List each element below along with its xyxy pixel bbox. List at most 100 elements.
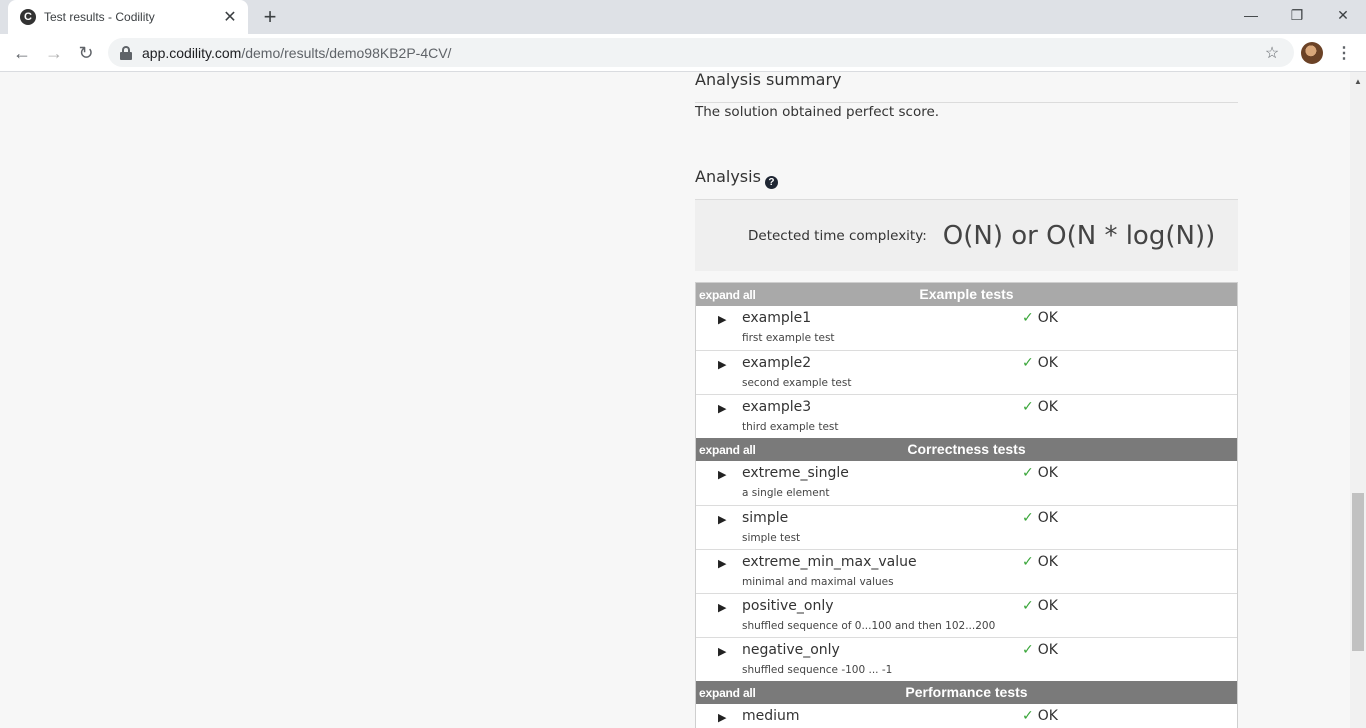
- test-row[interactable]: ▶ extreme_min_max_value minimal and maxi…: [696, 549, 1237, 593]
- back-button[interactable]: ←: [9, 40, 35, 66]
- codility-favicon-icon: C: [20, 9, 36, 25]
- browser-menu-icon[interactable]: ⋮: [1334, 40, 1354, 66]
- test-row[interactable]: ▶ positive_only shuffled sequence of 0..…: [696, 593, 1237, 637]
- expand-arrow-icon[interactable]: ▶: [718, 468, 726, 481]
- test-status: ✓ OK: [1022, 554, 1058, 570]
- check-icon: ✓: [1022, 598, 1034, 614]
- group-title: Example tests: [919, 286, 1014, 302]
- check-icon: ✓: [1022, 554, 1034, 570]
- expand-arrow-icon[interactable]: ▶: [718, 313, 726, 326]
- check-icon: ✓: [1022, 310, 1034, 326]
- test-row[interactable]: ▶ negative_only shuffled sequence -100 .…: [696, 637, 1237, 681]
- address-bar[interactable]: app.codility.com/demo/results/demo98KB2P…: [108, 38, 1294, 67]
- analysis-heading: Analysis ?: [695, 167, 778, 189]
- complexity-label: Detected time complexity:: [748, 227, 927, 244]
- group-header-performance-tests: expand all Performance tests: [696, 681, 1237, 704]
- expand-arrow-icon[interactable]: ▶: [718, 711, 726, 724]
- check-icon: ✓: [1022, 399, 1034, 415]
- reload-button[interactable]: ↻: [73, 40, 99, 66]
- test-description: shuffled sequence of 0...100 and then 10…: [742, 620, 996, 632]
- close-tab-icon[interactable]: ✕: [220, 7, 240, 27]
- browser-tab-bar: C Test results - Codility ✕ + — ❐ ✕: [0, 0, 1366, 34]
- expand-arrow-icon[interactable]: ▶: [718, 402, 726, 415]
- status-text: OK: [1037, 510, 1058, 526]
- test-row[interactable]: ▶ example1 first example test ✓ OK: [696, 306, 1237, 350]
- check-icon: ✓: [1022, 465, 1034, 481]
- test-row[interactable]: ▶ simple simple test ✓ OK: [696, 505, 1237, 549]
- profile-avatar[interactable]: [1301, 42, 1323, 64]
- scrollbar-thumb[interactable]: [1352, 493, 1364, 651]
- test-description: third example test: [742, 421, 839, 433]
- lock-icon[interactable]: [120, 45, 132, 60]
- group-title: Performance tests: [905, 684, 1028, 700]
- test-status: ✓ OK: [1022, 399, 1058, 415]
- complexity-value: O(N) or O(N * log(N)): [942, 220, 1216, 251]
- test-description: shuffled sequence -100 ... -1: [742, 664, 893, 676]
- check-icon: ✓: [1022, 642, 1034, 658]
- test-name: simple: [742, 510, 789, 526]
- expand-arrow-icon[interactable]: ▶: [718, 557, 726, 570]
- bookmark-star-icon[interactable]: ☆: [1262, 43, 1282, 63]
- test-description: minimal and maximal values: [742, 576, 894, 588]
- status-text: OK: [1037, 642, 1058, 658]
- test-status: ✓ OK: [1022, 465, 1058, 481]
- url-path: /demo/results/demo98KB2P-4CV/: [241, 44, 452, 61]
- divider: [695, 102, 1238, 103]
- test-name: extreme_min_max_value: [742, 554, 917, 570]
- browser-toolbar: ← → ↻ app.codility.com/demo/results/demo…: [0, 34, 1366, 72]
- analysis-summary-text: The solution obtained perfect score.: [695, 104, 940, 120]
- page-scrollbar[interactable]: ▲: [1350, 72, 1366, 728]
- group-title: Correctness tests: [907, 441, 1026, 457]
- expand-arrow-icon[interactable]: ▶: [718, 645, 726, 658]
- status-text: OK: [1037, 310, 1058, 326]
- close-window-button[interactable]: ✕: [1320, 0, 1366, 30]
- help-icon[interactable]: ?: [764, 176, 778, 189]
- test-description: a single element: [742, 487, 830, 499]
- url-domain: app.codility.com: [142, 44, 242, 61]
- expand-arrow-icon[interactable]: ▶: [718, 513, 726, 526]
- status-text: OK: [1037, 355, 1058, 371]
- status-text: OK: [1037, 708, 1058, 724]
- test-status: ✓ OK: [1022, 355, 1058, 371]
- minimize-window-button[interactable]: —: [1228, 0, 1274, 30]
- status-text: OK: [1037, 598, 1058, 614]
- test-name: extreme_single: [742, 465, 849, 481]
- test-status: ✓ OK: [1022, 598, 1058, 614]
- test-row[interactable]: ▶ example2 second example test ✓ OK: [696, 350, 1237, 394]
- status-text: OK: [1037, 465, 1058, 481]
- group-header-correctness-tests: expand all Correctness tests: [696, 438, 1237, 461]
- test-name: medium: [742, 708, 800, 724]
- url-text[interactable]: app.codility.com/demo/results/demo98KB2P…: [142, 45, 1262, 61]
- browser-tab[interactable]: C Test results - Codility ✕: [8, 0, 248, 34]
- tab-title: Test results - Codility: [44, 10, 155, 24]
- analysis-heading-text: Analysis: [695, 167, 761, 186]
- status-text: OK: [1037, 554, 1058, 570]
- test-row[interactable]: ▶ example3 third example test ✓ OK: [696, 394, 1237, 438]
- test-name: negative_only: [742, 642, 840, 658]
- test-description: first example test: [742, 332, 835, 344]
- test-description: second example test: [742, 377, 852, 389]
- test-status: ✓ OK: [1022, 642, 1058, 658]
- expand-arrow-icon[interactable]: ▶: [718, 601, 726, 614]
- test-status: ✓ OK: [1022, 510, 1058, 526]
- test-name: example3: [742, 399, 812, 415]
- page-content: Analysis summary The solution obtained p…: [0, 72, 1350, 728]
- new-tab-button[interactable]: +: [258, 5, 282, 29]
- test-status: ✓ OK: [1022, 310, 1058, 326]
- time-complexity-box: Detected time complexity: O(N) or O(N * …: [695, 200, 1238, 271]
- forward-button[interactable]: →: [41, 40, 67, 66]
- check-icon: ✓: [1022, 355, 1034, 371]
- expand-arrow-icon[interactable]: ▶: [718, 358, 726, 371]
- check-icon: ✓: [1022, 510, 1034, 526]
- status-text: OK: [1037, 399, 1058, 415]
- test-results-table: expand all Example tests ▶ example1 firs…: [695, 282, 1238, 728]
- test-row[interactable]: ▶ extreme_single a single element ✓ OK: [696, 461, 1237, 505]
- test-status: ✓ OK: [1022, 708, 1058, 724]
- test-row[interactable]: ▶ medium ✓ OK: [696, 704, 1237, 728]
- test-name: positive_only: [742, 598, 834, 614]
- test-name: example1: [742, 310, 812, 326]
- check-icon: ✓: [1022, 708, 1034, 724]
- group-header-example-tests: expand all Example tests: [696, 283, 1237, 306]
- restore-window-button[interactable]: ❐: [1274, 0, 1320, 30]
- scroll-up-arrow-icon[interactable]: ▲: [1350, 74, 1366, 88]
